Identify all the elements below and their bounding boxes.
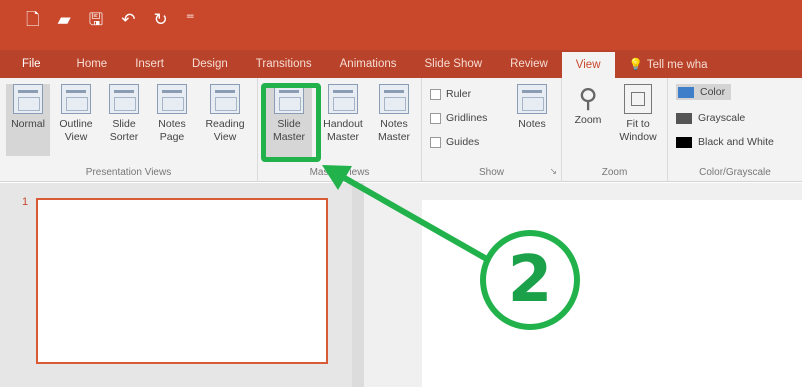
tab-review[interactable]: Review <box>496 50 562 78</box>
guides-checkbox-box <box>430 136 441 148</box>
customize-icon[interactable]: ⁼ <box>186 10 195 30</box>
handout-master-label: Handout Master <box>323 118 363 143</box>
group-presentation-views: Normal Outline View Slide Sorter Notes P… <box>0 78 258 182</box>
normal-view-button[interactable]: Normal <box>6 84 50 156</box>
handout-master-icon <box>328 84 358 114</box>
tab-file[interactable]: File <box>0 50 63 78</box>
zoom-label: Zoom <box>574 114 602 126</box>
normal-view-label: Normal <box>11 118 45 130</box>
tab-design[interactable]: Design <box>178 50 242 78</box>
black-and-white-label: Black and White <box>698 136 774 148</box>
quick-access-toolbar: 🗋 ▰ 🖫 ↶ ↻ ⁼ <box>26 10 195 30</box>
save-icon[interactable]: 🖫 <box>89 10 103 30</box>
grayscale-label: Grayscale <box>698 112 746 124</box>
group-label-show: Show <box>478 167 504 178</box>
gridlines-checkbox-box <box>430 112 441 124</box>
handout-master-button[interactable]: Handout Master <box>318 84 368 144</box>
notes-button[interactable]: Notes <box>510 84 554 131</box>
tab-view[interactable]: View <box>561 52 615 78</box>
notes-master-label: Notes Master <box>377 118 411 143</box>
gridlines-checkbox[interactable]: Gridlines <box>430 112 487 124</box>
gridlines-label: Gridlines <box>446 112 488 124</box>
tab-animations[interactable]: Animations <box>326 50 411 78</box>
highlight-box <box>261 83 321 162</box>
fit-to-window-button[interactable]: Fit to Window <box>612 84 664 144</box>
pane-splitter[interactable] <box>352 183 364 387</box>
tab-transitions[interactable]: Transitions <box>242 50 326 78</box>
notes-page-button[interactable]: Notes Page <box>150 84 194 144</box>
notes-master-icon <box>379 84 409 114</box>
tab-slide-show[interactable]: Slide Show <box>411 50 497 78</box>
color-swatch <box>678 86 694 98</box>
outline-view-button[interactable]: Outline View <box>54 84 98 144</box>
open-folder-icon[interactable]: ▰ <box>58 10 71 30</box>
outline-view-icon <box>61 84 91 114</box>
guides-checkbox[interactable]: Guides <box>430 136 479 148</box>
notes-master-button[interactable]: Notes Master <box>372 84 416 144</box>
slide-canvas[interactable] <box>422 200 802 387</box>
redo-icon[interactable]: ↻ <box>153 10 167 30</box>
group-color-grayscale: Color Grayscale Black and White Color/Gr… <box>668 78 802 182</box>
show-dialog-launcher-icon[interactable]: ↘ <box>549 166 557 177</box>
ribbon: Normal Outline View Slide Sorter Notes P… <box>0 78 802 182</box>
fit-to-window-label: Fit to Window <box>619 118 657 143</box>
tab-insert[interactable]: Insert <box>121 50 178 78</box>
group-label-color-grayscale: Color/Grayscale <box>699 167 771 178</box>
slide-number: 1 <box>22 196 29 208</box>
reading-view-label: Reading View <box>205 118 245 143</box>
tab-home[interactable]: Home <box>63 50 122 78</box>
fit-to-window-icon <box>624 84 652 114</box>
slide-sorter-label: Slide Sorter <box>109 118 139 143</box>
magnifier-icon: ⚲ <box>578 84 598 114</box>
color-option[interactable]: Color <box>676 84 732 100</box>
ruler-checkbox-box <box>430 88 441 100</box>
group-label-presentation-views: Presentation Views <box>85 167 172 178</box>
color-label: Color <box>700 86 726 98</box>
reading-view-button[interactable]: Reading View <box>200 84 250 144</box>
group-zoom: ⚲ Zoom Fit to Window Zoom <box>562 78 668 182</box>
group-label-master-views: Master Views <box>309 167 370 178</box>
notes-page-icon <box>157 84 187 114</box>
slide-thumbnail[interactable] <box>36 198 328 364</box>
undo-icon[interactable]: ↶ <box>121 10 135 30</box>
black-and-white-option[interactable]: Black and White <box>676 136 774 148</box>
new-file-icon[interactable]: 🗋 <box>26 10 40 30</box>
notes-label: Notes <box>518 118 546 130</box>
normal-view-icon <box>13 84 43 114</box>
notes-icon <box>517 84 547 114</box>
tell-me-label: Tell me wha <box>646 59 708 71</box>
zoom-button[interactable]: ⚲ Zoom <box>568 84 608 127</box>
outline-view-label: Outline View <box>59 118 93 143</box>
slide-sorter-icon <box>109 84 139 114</box>
reading-view-icon <box>210 84 240 114</box>
ribbon-tabs: File Home Insert Design Transitions Anim… <box>0 50 802 78</box>
slide-sorter-button[interactable]: Slide Sorter <box>102 84 146 144</box>
ruler-checkbox[interactable]: Ruler <box>430 88 471 100</box>
step-number-badge: 2 <box>480 230 580 330</box>
group-label-zoom: Zoom <box>601 167 628 178</box>
group-show: Ruler Gridlines Guides Notes Show ↘ <box>422 78 562 182</box>
title-bar: 🗋 ▰ 🖫 ↶ ↻ ⁼ <box>0 0 802 50</box>
guides-label: Guides <box>446 136 480 148</box>
grayscale-option[interactable]: Grayscale <box>676 112 745 124</box>
tell-me-search[interactable]: 💡 Tell me wha <box>615 50 722 78</box>
lightbulb-icon: 💡 <box>628 57 643 71</box>
grayscale-swatch <box>676 112 692 124</box>
black-and-white-swatch <box>676 136 692 148</box>
notes-page-label: Notes Page <box>158 118 186 143</box>
ruler-label: Ruler <box>446 88 472 100</box>
